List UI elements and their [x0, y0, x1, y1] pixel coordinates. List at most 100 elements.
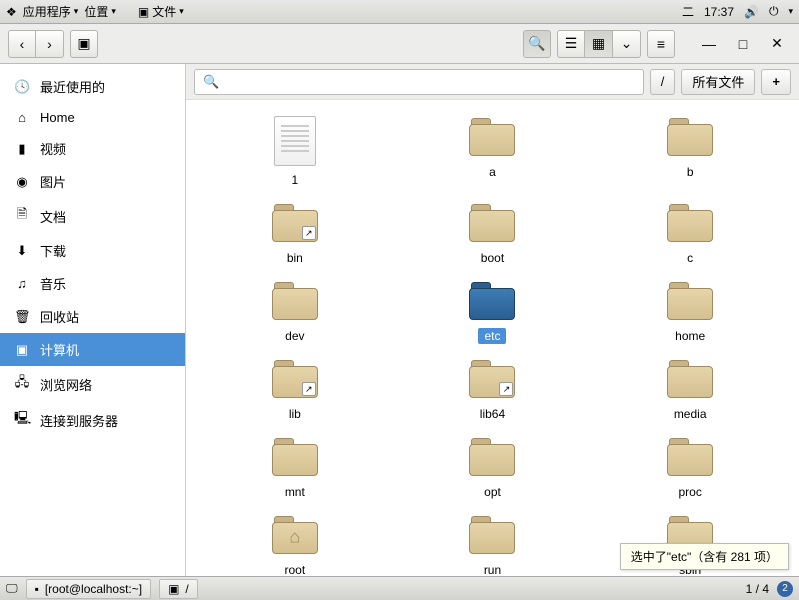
item-root[interactable]: ⌂root	[270, 514, 320, 576]
clock-day: 二	[682, 3, 694, 20]
list-view-button[interactable]: ☰	[557, 30, 585, 58]
icon-view-button[interactable]: ▦	[585, 30, 613, 58]
item-label: lib	[283, 406, 307, 422]
sidebar: 🕓最近使用的⌂Home▮视频◉图片🗎文档⬇下载♫音乐🗑回收站▣计算机🖧浏览网络🖳…	[0, 64, 186, 576]
recent-icon: 🕓	[14, 79, 30, 95]
show-desktop-icon[interactable]: 🖵	[6, 581, 18, 596]
item-dev[interactable]: dev	[270, 280, 320, 344]
item-proc[interactable]: proc	[665, 436, 715, 500]
files-icon: ▣	[168, 582, 179, 596]
maximize-button[interactable]: □	[729, 30, 757, 58]
file-manager-window: ‹ › ▣ 🔍 ☰ ▦ ⌄ ≡ — □ ✕ 🕓最近使用的⌂Home▮视频◉图片🗎…	[0, 24, 799, 576]
documents-icon: 🗎	[14, 205, 30, 227]
forward-button[interactable]: ›	[36, 30, 64, 58]
item-label: b	[681, 164, 700, 180]
power-icon[interactable]: ⏻	[769, 4, 779, 19]
sidebar-item-label: Home	[40, 110, 75, 125]
item-media[interactable]: media	[665, 358, 715, 422]
folder-icon	[665, 116, 715, 158]
sidebar-item-recent[interactable]: 🕓最近使用的	[0, 70, 185, 103]
item-home[interactable]: home	[665, 280, 715, 344]
system-menu[interactable]: ▾	[788, 6, 793, 17]
sidebar-item-computer[interactable]: ▣ 计算机	[0, 333, 185, 366]
filter-button[interactable]: 所有文件	[681, 69, 755, 95]
sidebar-item-home[interactable]: ⌂Home	[0, 103, 185, 132]
sidebar-item-label: 浏览网络	[40, 375, 92, 394]
downloads-icon: ⬇	[14, 243, 30, 259]
folder-icon: ↗	[270, 202, 320, 244]
back-button[interactable]: ‹	[8, 30, 36, 58]
folder-icon	[467, 280, 517, 322]
item-label: run	[478, 562, 507, 576]
folder-icon	[665, 436, 715, 478]
clock-time: 17:37	[704, 5, 734, 19]
top-panel: ❖ 应用程序 ▾ 位置 ▾ ▣ 文件 ▾ 二 17:37 🔊 ⏻ ▾	[0, 0, 799, 24]
item-boot[interactable]: boot	[467, 202, 517, 266]
path-button[interactable]: ▣	[70, 30, 98, 58]
sidebar-item-network[interactable]: 🖧浏览网络	[0, 366, 185, 402]
sidebar-item-downloads[interactable]: ⬇ 下载	[0, 234, 185, 267]
sidebar-item-trash[interactable]: 🗑回收站	[0, 300, 185, 333]
applications-menu[interactable]: 应用程序 ▾	[23, 3, 79, 20]
icon-grid[interactable]: 1 a b ↗ bin boot c dev etc home ↗ lib ↗lib64 media mnt…	[186, 100, 799, 576]
activities-icon: ❖	[6, 5, 17, 19]
sidebar-item-videos[interactable]: ▮视频	[0, 132, 185, 165]
item-label: bin	[281, 250, 309, 266]
folder-icon	[467, 202, 517, 244]
item-label: root	[278, 562, 311, 576]
path-root-button[interactable]: /	[650, 69, 676, 95]
item-label: 1	[285, 172, 304, 188]
item-bin[interactable]: ↗ bin	[270, 202, 320, 266]
item-opt[interactable]: opt	[467, 436, 517, 500]
folder-icon: ↗	[270, 358, 320, 400]
symlink-badge: ↗	[499, 382, 513, 396]
connect-icon: 🖳	[14, 409, 30, 431]
sidebar-item-label: 下载	[40, 241, 66, 260]
terminal-icon: ▪	[35, 582, 39, 596]
taskbar-files[interactable]: ▣/	[159, 579, 198, 599]
computer-icon: ▣	[14, 342, 30, 358]
sidebar-item-documents[interactable]: 🗎 文档	[0, 198, 185, 234]
item-lib[interactable]: ↗ lib	[270, 358, 320, 422]
close-button[interactable]: ✕	[763, 30, 791, 58]
search-input[interactable]: 🔍	[194, 69, 644, 95]
symlink-badge: ↗	[302, 382, 316, 396]
search-bar: 🔍 / 所有文件 +	[186, 64, 799, 100]
search-button[interactable]: 🔍	[523, 30, 551, 58]
sidebar-item-label: 连接到服务器	[40, 411, 118, 430]
item-b[interactable]: b	[665, 116, 715, 188]
item-lib64[interactable]: ↗lib64	[467, 358, 517, 422]
add-filter-button[interactable]: +	[761, 69, 791, 95]
item-label: etc	[478, 328, 506, 344]
search-icon: 🔍	[203, 74, 219, 90]
workspace-pager[interactable]: 1 / 4	[746, 582, 769, 596]
item-label: home	[669, 328, 711, 344]
taskbar-terminal[interactable]: ▪[root@localhost:~]	[26, 579, 152, 599]
window-menu[interactable]: ▣ 文件 ▾	[138, 3, 184, 20]
folder-icon	[467, 116, 517, 158]
volume-icon[interactable]: 🔊	[744, 5, 759, 19]
sidebar-item-label: 音乐	[40, 274, 66, 293]
item-label: opt	[478, 484, 507, 500]
places-menu[interactable]: 位置 ▾	[84, 3, 116, 20]
item-c[interactable]: c	[665, 202, 715, 266]
view-options-button[interactable]: ⌄	[613, 30, 641, 58]
videos-icon: ▮	[14, 141, 30, 157]
item-label: proc	[672, 484, 707, 500]
item-etc[interactable]: etc	[467, 280, 517, 344]
sidebar-item-pictures[interactable]: ◉图片	[0, 165, 185, 198]
item-run[interactable]: run	[467, 514, 517, 576]
sidebar-item-label: 文档	[40, 207, 66, 226]
item-label: media	[668, 406, 713, 422]
main-view: 🔍 / 所有文件 + 1 a b ↗ bin boot c dev etc home ↗ lib ↗li…	[186, 64, 799, 576]
pictures-icon: ◉	[14, 174, 30, 190]
menu-button[interactable]: ≡	[647, 30, 675, 58]
minimize-button[interactable]: —	[695, 30, 723, 58]
item-mnt[interactable]: mnt	[270, 436, 320, 500]
sidebar-item-label: 计算机	[40, 340, 79, 359]
item-a[interactable]: a	[467, 116, 517, 188]
sidebar-item-music[interactable]: ♫音乐	[0, 267, 185, 300]
sidebar-item-connect[interactable]: 🖳 连接到服务器	[0, 402, 185, 438]
item-1[interactable]: 1	[274, 116, 316, 188]
workspace-badge[interactable]: 2	[777, 581, 793, 597]
